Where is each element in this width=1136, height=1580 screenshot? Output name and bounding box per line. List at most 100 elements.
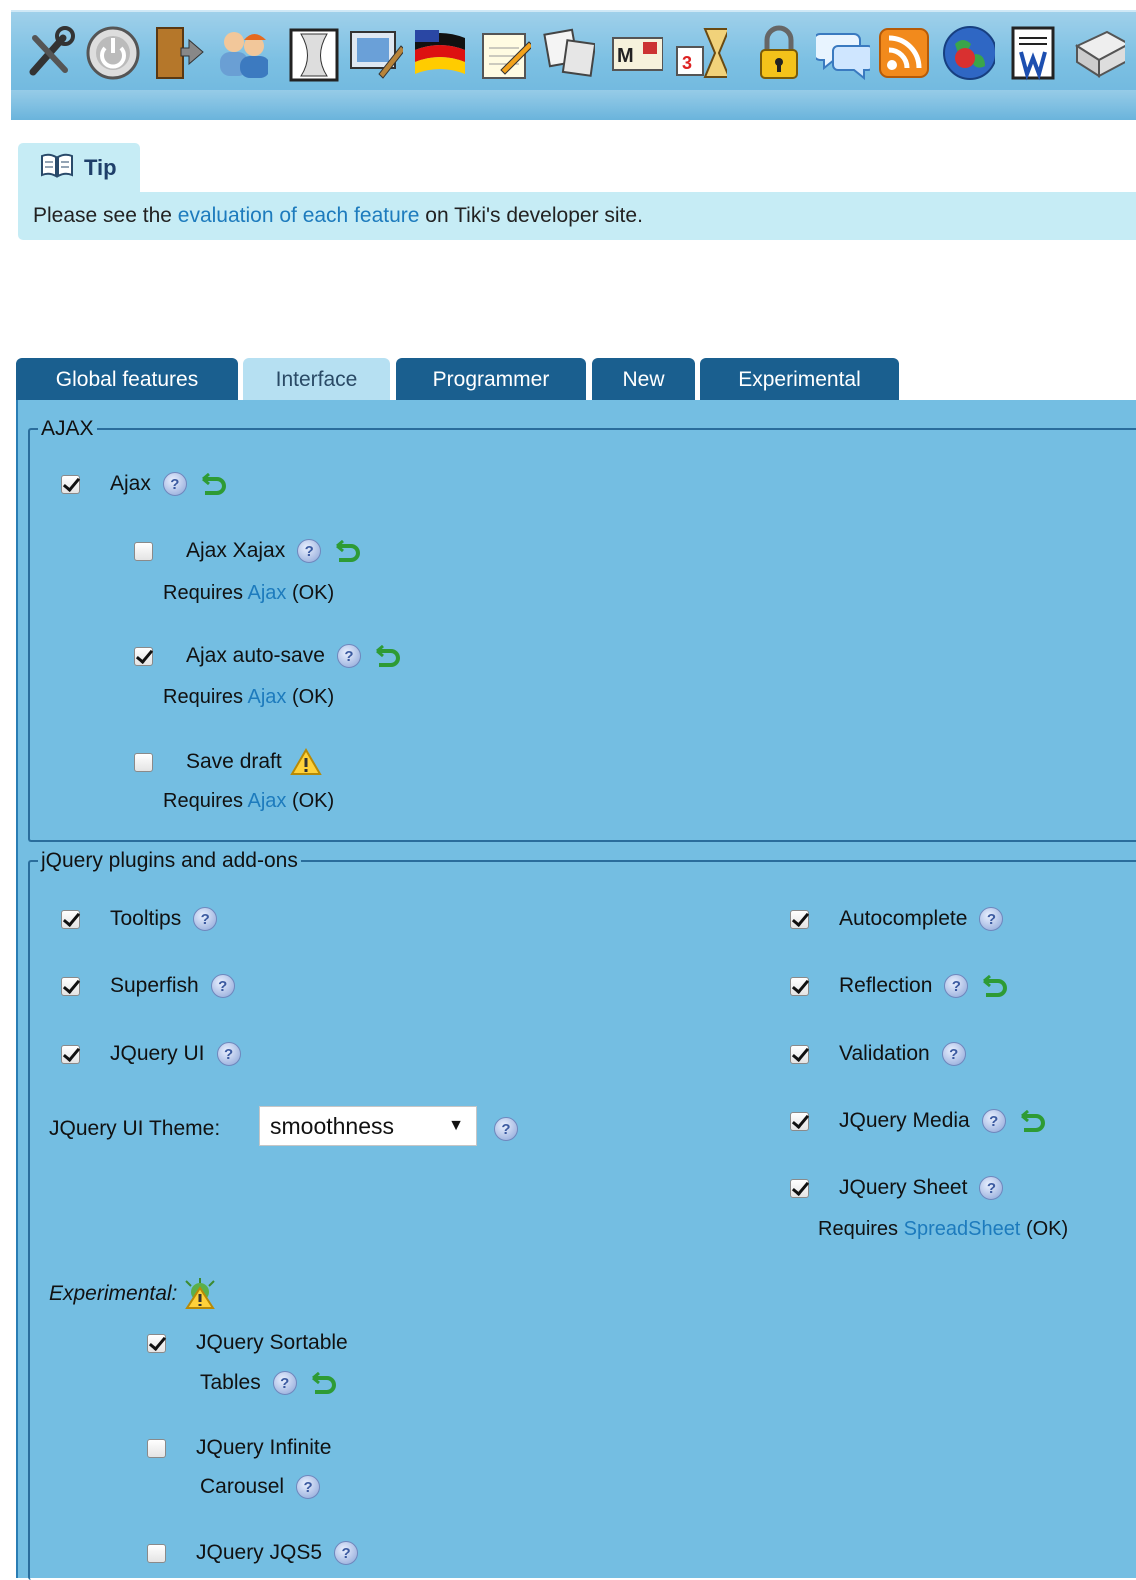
requires-ajax-link[interactable]: Ajax bbox=[248, 790, 287, 812]
help-icon[interactable]: ? bbox=[979, 907, 1004, 931]
autocomplete-checkbox[interactable] bbox=[790, 909, 809, 929]
jquery-media-checkbox[interactable] bbox=[790, 1111, 809, 1131]
help-icon[interactable]: ? bbox=[941, 1042, 966, 1066]
help-icon[interactable]: ? bbox=[162, 472, 187, 496]
help-icon[interactable]: ? bbox=[272, 1371, 297, 1395]
requires-word: Requires bbox=[818, 1218, 899, 1240]
sortable-tables-label-1: JQuery Sortable bbox=[196, 1331, 348, 1354]
autocomplete-label: Autocomplete bbox=[839, 907, 968, 930]
comments-icon[interactable] bbox=[816, 22, 870, 84]
globe-icon[interactable] bbox=[941, 22, 995, 84]
lock-icon[interactable] bbox=[752, 22, 806, 84]
help-icon[interactable]: ? bbox=[193, 907, 218, 931]
tab-global-features[interactable]: Global features bbox=[16, 358, 238, 402]
power-icon[interactable] bbox=[86, 22, 140, 84]
requires-word: Requires bbox=[163, 790, 244, 812]
reflection-checkbox[interactable] bbox=[790, 976, 809, 996]
jquery-sheet-checkbox[interactable] bbox=[790, 1178, 809, 1198]
jqs5-checkbox[interactable] bbox=[147, 1543, 166, 1563]
validation-checkbox[interactable] bbox=[790, 1044, 809, 1064]
infinite-carousel-row-2: Carousel ? bbox=[200, 1475, 321, 1499]
language-flag-icon[interactable] bbox=[411, 22, 465, 84]
help-icon[interactable]: ? bbox=[944, 974, 969, 998]
tools-icon[interactable] bbox=[23, 22, 77, 84]
ajax-xajax-requires: Requires Ajax (OK) bbox=[163, 582, 334, 605]
sortable-tables-checkbox[interactable] bbox=[147, 1333, 166, 1353]
tab-programmer[interactable]: Programmer bbox=[396, 358, 586, 402]
save-draft-row: Save draft bbox=[134, 748, 322, 776]
login-door-icon[interactable] bbox=[151, 22, 205, 84]
help-icon[interactable]: ? bbox=[216, 1042, 241, 1066]
tip-title: Tip bbox=[84, 155, 117, 180]
experimental-label: Experimental: bbox=[49, 1282, 178, 1305]
infinite-carousel-label-2: Carousel bbox=[200, 1475, 285, 1498]
jquery-sheet-label: JQuery Sheet bbox=[839, 1176, 968, 1199]
image-edit-icon[interactable] bbox=[349, 22, 403, 84]
theme-select[interactable]: smoothness ▼ bbox=[259, 1106, 477, 1146]
ajax-autosave-checkbox[interactable] bbox=[134, 646, 153, 666]
requires-spreadsheet-link[interactable]: SpreadSheet bbox=[904, 1218, 1021, 1240]
superfish-checkbox[interactable] bbox=[61, 976, 80, 996]
jquery-legend: jQuery plugins and add-ons bbox=[38, 848, 301, 874]
save-draft-label: Save draft bbox=[186, 750, 282, 773]
jquery-ui-row: JQuery UI ? bbox=[61, 1042, 241, 1066]
help-icon[interactable]: ? bbox=[296, 1475, 321, 1499]
requires-word: Requires bbox=[163, 582, 244, 604]
calendar-hourglass-icon[interactable]: 3 bbox=[673, 22, 727, 84]
help-icon[interactable]: ? bbox=[336, 644, 361, 668]
help-icon[interactable]: ? bbox=[334, 1541, 359, 1565]
experimental-icon bbox=[183, 1278, 217, 1310]
tab-experimental[interactable]: Experimental bbox=[700, 358, 899, 402]
reflection-row: Reflection ? bbox=[790, 974, 1008, 998]
tab-interface[interactable]: Interface bbox=[243, 358, 390, 402]
jquery-sheet-row: JQuery Sheet ? bbox=[790, 1176, 1004, 1200]
jquery-ui-checkbox[interactable] bbox=[61, 1044, 80, 1064]
tip-message: Please see the evaluation of each featur… bbox=[18, 192, 1136, 240]
experimental-heading: Experimental: bbox=[49, 1278, 217, 1310]
tooltips-checkbox[interactable] bbox=[61, 909, 80, 929]
superfish-label: Superfish bbox=[110, 974, 199, 997]
requires-status: (OK) bbox=[291, 686, 335, 708]
help-icon[interactable]: ? bbox=[979, 1176, 1004, 1200]
users-icon[interactable] bbox=[214, 22, 268, 84]
ajax-xajax-checkbox[interactable] bbox=[134, 541, 153, 561]
ajax-autosave-requires: Requires Ajax (OK) bbox=[163, 686, 334, 709]
jquery-media-row: JQuery Media ? bbox=[790, 1109, 1046, 1133]
infinite-carousel-row: JQuery Infinite bbox=[147, 1436, 331, 1460]
refresh-icon bbox=[373, 644, 401, 667]
help-icon[interactable]: ? bbox=[297, 539, 322, 563]
infinite-carousel-checkbox[interactable] bbox=[147, 1438, 166, 1458]
tip-header: Tip bbox=[18, 143, 140, 193]
jqs5-label: JQuery JQS5 bbox=[196, 1541, 323, 1564]
tip-text-after: on Tiki's developer site. bbox=[419, 204, 643, 227]
help-icon[interactable]: ? bbox=[494, 1117, 518, 1141]
requires-word: Requires bbox=[163, 686, 244, 708]
drive-icon[interactable] bbox=[1071, 22, 1125, 84]
ajax-checkbox[interactable] bbox=[61, 474, 80, 494]
requires-ajax-link[interactable]: Ajax bbox=[248, 686, 287, 708]
notepad-edit-icon[interactable] bbox=[477, 22, 531, 84]
save-draft-checkbox[interactable] bbox=[134, 752, 153, 772]
tab-new[interactable]: New bbox=[592, 358, 695, 402]
files-icon[interactable] bbox=[541, 22, 595, 84]
requires-ajax-link[interactable]: Ajax bbox=[248, 582, 287, 604]
page-icon[interactable] bbox=[287, 22, 341, 84]
refresh-icon bbox=[1018, 1109, 1046, 1132]
chevron-down-icon: ▼ bbox=[448, 1117, 464, 1134]
sortable-tables-row: JQuery Sortable bbox=[147, 1331, 348, 1355]
refresh-icon bbox=[199, 472, 227, 495]
tooltips-row: Tooltips ? bbox=[61, 907, 218, 931]
ajax-autosave-row: Ajax auto-save ? bbox=[134, 644, 401, 668]
mail-icon[interactable]: M bbox=[609, 22, 663, 84]
wiki-document-icon[interactable] bbox=[1007, 22, 1061, 84]
rss-icon[interactable] bbox=[877, 22, 931, 84]
refresh-icon bbox=[333, 539, 361, 562]
evaluation-link[interactable]: evaluation of each feature bbox=[178, 204, 420, 227]
help-icon[interactable]: ? bbox=[981, 1109, 1006, 1133]
svg-text:M: M bbox=[617, 45, 634, 67]
jqs5-row: JQuery JQS5 ? bbox=[147, 1541, 359, 1565]
ajax-xajax-label: Ajax Xajax bbox=[186, 539, 286, 562]
ajax-autosave-label: Ajax auto-save bbox=[186, 644, 325, 667]
refresh-icon bbox=[309, 1371, 337, 1394]
help-icon[interactable]: ? bbox=[210, 974, 235, 998]
